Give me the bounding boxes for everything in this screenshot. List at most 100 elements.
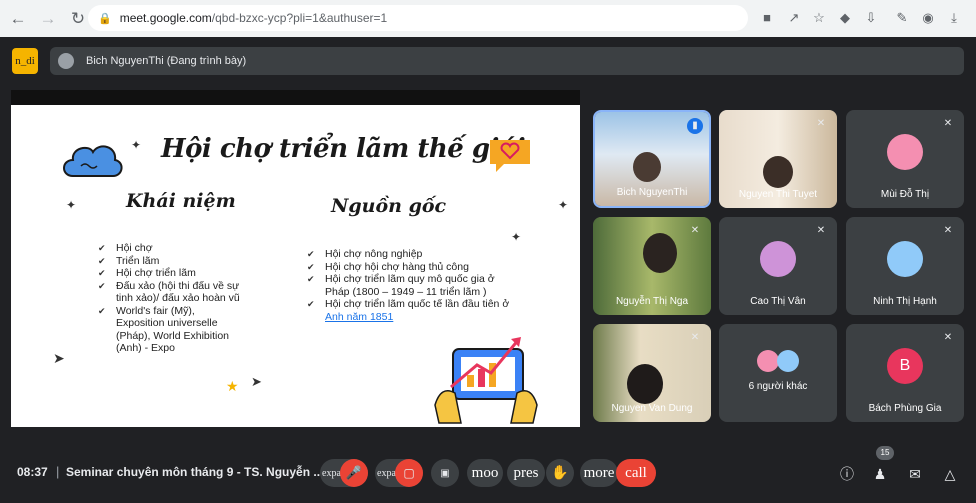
- mic-off-icon: ✕: [690, 225, 700, 236]
- list-item: Hội chợ hội chợ hàng thủ công: [307, 261, 517, 274]
- captions-icon: ▣: [440, 467, 450, 479]
- left-list: Hội chợ Triển lãm Hội chợ triển lãm Đấu …: [98, 242, 258, 355]
- camera-off-icon: ▢: [403, 465, 415, 480]
- participant-head: [627, 364, 663, 404]
- participant-tile[interactable]: ✕ Cao Thị Vân: [719, 217, 837, 315]
- download-page-icon[interactable]: ⇩: [862, 9, 880, 27]
- list-item: Hội chợ triển lãm quy mô quốc gia ở Pháp…: [307, 273, 517, 298]
- right-list: Hội chợ nông nghiệp Hội chợ hội chợ hàng…: [307, 248, 517, 323]
- lock-icon[interactable]: 🔒: [98, 12, 112, 25]
- list-item: Hội chợ triển lãm quốc tế lần đầu tiên ở…: [307, 298, 517, 323]
- list-item: Hội chợ: [98, 242, 258, 255]
- list-item: Hội chợ triển lãm: [98, 267, 258, 280]
- slide-link[interactable]: Anh năm 1851: [325, 311, 393, 323]
- camera-options-label: expa: [377, 467, 396, 479]
- meet-topbar: n_di Bich NguyenThi (Đang trình bày): [0, 37, 976, 85]
- mic-off-icon: ✕: [943, 225, 953, 236]
- sparkle-icon: ✦: [511, 230, 522, 244]
- mood-label: moo: [471, 464, 499, 481]
- participant-tile[interactable]: ✕ Nguyen Van Dung: [593, 324, 711, 422]
- hand-icon: ✋: [551, 465, 569, 481]
- camera-toggle-button[interactable]: ▢: [395, 459, 423, 487]
- mic-off-icon: ✕: [943, 332, 953, 343]
- mic-toggle-button[interactable]: 🎤: [340, 459, 368, 487]
- meet-bottom-bar: 08:37 | Seminar chuyên môn tháng 9 - TS.…: [0, 446, 976, 503]
- participant-tile[interactable]: ✕ Nguyen Thi Tuyet: [719, 110, 837, 208]
- participant-avatar: [757, 350, 779, 372]
- present-button[interactable]: pres: [507, 459, 545, 487]
- participant-name: Nguyễn Thị Nga: [615, 296, 689, 307]
- mic-off-icon: ✕: [816, 225, 826, 236]
- list-item: World's fair (Mỹ), Exposition universell…: [98, 305, 234, 355]
- star-icon[interactable]: ☆: [810, 9, 828, 27]
- participant-name: Nguyen Thi Tuyet: [738, 189, 818, 200]
- url-host: meet.google.com: [119, 11, 212, 25]
- address-bar[interactable]: 🔒 meet.google.com /qbd-bzxc-ycp?pli=1&au…: [88, 5, 748, 31]
- reload-icon[interactable]: ↻: [66, 9, 90, 29]
- activities-icon[interactable]: △: [939, 463, 961, 485]
- back-icon[interactable]: ←: [6, 9, 30, 29]
- participant-letter-avatar: B: [887, 348, 923, 384]
- participant-tile[interactable]: ✕ Nguyễn Thị Nga: [593, 217, 711, 315]
- presenter-text: Bich NguyenThi (Đang trình bày): [86, 55, 247, 67]
- sparkle-icon: ✦: [131, 138, 142, 152]
- profile-icon[interactable]: ◉: [919, 9, 937, 27]
- info-icon[interactable]: ⓘ: [836, 463, 858, 485]
- raise-hand-button[interactable]: ✋: [546, 459, 574, 487]
- participant-head: [763, 156, 793, 188]
- mic-options-label: expa: [322, 467, 341, 479]
- url-path: /qbd-bzxc-ycp?pli=1&authuser=1: [211, 11, 388, 25]
- slide-top-edge: [11, 90, 580, 105]
- participant-head: [633, 152, 661, 182]
- list-item: Hội chợ nông nghiệp: [307, 248, 517, 261]
- cloud-icon: [63, 145, 123, 177]
- presenter-avatar: [58, 53, 74, 69]
- meeting-title: Seminar chuyên môn tháng 9 - TS. Nguyễn …: [66, 465, 324, 479]
- participant-tile[interactable]: B ✕ Bách Phùng Gia: [846, 324, 964, 422]
- speaking-indicator-icon: ▮: [687, 118, 703, 134]
- present-label: pres: [513, 464, 539, 481]
- people-count-badge: 15: [876, 446, 894, 460]
- sparkle-icon: ✦: [66, 198, 77, 212]
- participant-name: Ninh Thị Hạnh: [873, 296, 937, 307]
- chat-icon[interactable]: ✉: [904, 463, 926, 485]
- download-icon[interactable]: ⤓: [945, 9, 963, 27]
- reactions-button[interactable]: moo: [467, 459, 503, 487]
- paper-plane-icon: ➤: [251, 374, 262, 389]
- shield-icon[interactable]: ◆: [836, 9, 854, 27]
- participant-name: Bich NguyenThi: [616, 187, 688, 198]
- heart-speech-icon: [490, 140, 530, 172]
- mic-off-icon: ✕: [943, 118, 953, 129]
- participant-tile[interactable]: 6 người khác: [719, 324, 837, 422]
- share-icon[interactable]: ↗: [785, 9, 803, 27]
- user-logo[interactable]: n_di: [12, 48, 38, 74]
- camera-icon[interactable]: ■: [758, 9, 776, 27]
- participant-tile[interactable]: ✕ Mùi Đỗ Thị: [846, 110, 964, 208]
- participant-name: Cao Thị Vân: [750, 296, 806, 307]
- mic-off-icon: ✕: [816, 118, 826, 129]
- participant-avatar: [760, 241, 796, 277]
- left-heading: Khái niệm: [126, 190, 236, 212]
- shared-slide: Hội chợ triển lãm thế giới Khái niệm Ngu…: [11, 90, 580, 427]
- captions-button[interactable]: ▣: [431, 459, 459, 487]
- participant-tile[interactable]: ✕ Ninh Thị Hạnh: [846, 217, 964, 315]
- list-item: Triển lãm: [98, 255, 258, 268]
- forward-icon[interactable]: →: [36, 9, 60, 29]
- call-label: call: [625, 464, 647, 481]
- participant-avatar: [777, 350, 799, 372]
- participant-name: 6 người khác: [748, 381, 808, 392]
- participant-avatar: [887, 241, 923, 277]
- participant-tile[interactable]: ▮ Bich NguyenThi: [593, 110, 711, 208]
- list-item: Đấu xảo (hội thi đấu về sự tinh xảo)/ đấ…: [98, 280, 258, 305]
- separator: |: [56, 464, 60, 479]
- list-item-text: Hội chợ triển lãm quốc tế lần đầu tiên ở: [325, 298, 510, 310]
- star-deco-icon: ★: [226, 378, 239, 394]
- participant-name: Bách Phùng Gia: [868, 403, 942, 414]
- presenting-bar: Bich NguyenThi (Đang trình bày): [50, 47, 964, 75]
- mic-off-icon: 🎤: [345, 465, 363, 480]
- mic-off-icon: ✕: [690, 332, 700, 343]
- extensions-icon[interactable]: ✎: [893, 9, 911, 27]
- more-options-button[interactable]: more: [580, 459, 618, 487]
- people-icon[interactable]: ♟: [869, 463, 891, 485]
- leave-call-button[interactable]: call: [616, 459, 656, 487]
